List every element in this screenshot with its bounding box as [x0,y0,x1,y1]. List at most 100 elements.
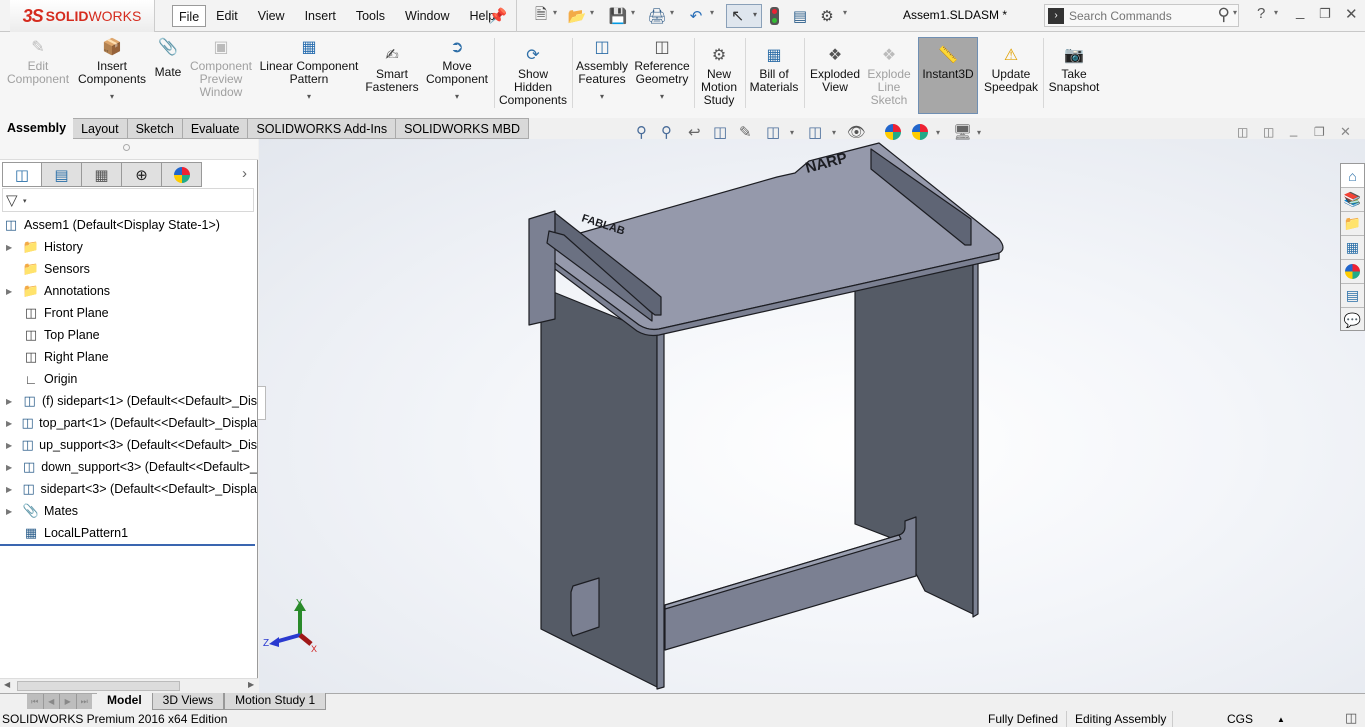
menu-file[interactable]: File [172,5,207,27]
chevron-down-icon[interactable]: ▾ [553,8,557,17]
tree-item[interactable]: ▶ 📁 Annotations [0,280,257,302]
previous-document-icon[interactable]: ◫ [1237,125,1248,139]
exploded-view-button[interactable]: ❖ Exploded View [808,44,862,94]
chevron-down-icon[interactable]: ▾ [670,8,674,17]
tree-item[interactable]: ◫ Right Plane [0,346,257,368]
tab-motion-study-1[interactable]: Motion Study 1 [224,693,327,710]
view-palette-icon[interactable]: ▦ [1341,236,1364,260]
expand-arrow-icon[interactable]: ▶ [6,507,16,516]
assembly-features-button[interactable]: ◫ Assembly Features ▾ [575,36,629,103]
reference-geometry-button[interactable]: ◫ Reference Geometry ▾ [633,36,691,103]
expand-arrow-icon[interactable]: ▶ [6,397,15,406]
restore-document-button[interactable]: ❐ [1314,125,1325,139]
section-view-icon[interactable]: ◫ [713,123,727,141]
horizontal-scrollbar[interactable]: ◀ ▶ [0,678,258,693]
custom-properties-icon[interactable]: ▤ [1341,284,1364,308]
first-tab-icon[interactable]: ⏮ [27,694,44,709]
zoom-to-fit-icon[interactable]: ⚲ [636,123,647,141]
configuration-manager-tab-icon[interactable]: ▦ [82,162,122,187]
chevron-down-icon[interactable]: ▾ [110,90,114,103]
tree-item[interactable]: ▶ ◫ down_support<3> (Default<<Default>_ [0,456,257,478]
chevron-down-icon[interactable]: ▾ [631,8,635,17]
chevron-down-icon[interactable]: ▾ [1233,8,1237,17]
scroll-left-arrow-icon[interactable]: ◀ [4,680,10,689]
next-tab-icon[interactable]: ▶ [60,694,77,709]
rollback-bar[interactable] [0,544,255,546]
solidworks-logo[interactable]: 3S SOLIDWORKS [10,0,155,32]
chevron-right-icon[interactable]: › [242,165,247,182]
restore-window-button[interactable]: ❐ [1319,6,1331,22]
tab-layout[interactable]: Layout [73,118,128,139]
file-properties-icon[interactable]: ▤ [790,6,810,26]
tab-solidworks-mbd[interactable]: SOLIDWORKS MBD [396,118,530,139]
expand-arrow-icon[interactable]: ▶ [6,463,15,472]
dynamic-annotation-views-icon[interactable]: ✎ [739,123,752,141]
tab-model[interactable]: Model [97,693,152,710]
undo-icon[interactable]: ↶ [686,6,706,26]
gear-icon[interactable]: ⚙ [817,6,837,26]
scrollbar-thumb[interactable] [17,681,180,691]
save-icon[interactable]: 💾 [608,6,628,26]
menu-insert[interactable]: Insert [295,5,346,27]
previous-view-icon[interactable]: ↩ [688,123,701,141]
tab-assembly[interactable]: Assembly [0,118,74,139]
expand-arrow-icon[interactable]: ▶ [6,243,16,252]
hide-show-items-icon[interactable]: 👁 [847,123,866,141]
new-document-icon[interactable]: 🗎 [531,6,551,26]
tab-3d-views[interactable]: 3D Views [151,693,225,710]
apply-scene-icon[interactable] [912,124,928,140]
print-icon[interactable]: 🖨 [647,6,667,26]
assembly-model[interactable]: NARP FABLAB Y Z X [259,139,1365,693]
tree-item[interactable]: ◫ Top Plane [0,324,257,346]
display-style-icon[interactable]: ◫ [808,123,822,141]
close-window-button[interactable]: ✕ [1345,5,1358,23]
tree-item[interactable]: 📁 Sensors [0,258,257,280]
take-snapshot-button[interactable]: 📷 Take Snapshot [1046,44,1102,94]
chevron-down-icon[interactable]: ▾ [600,90,604,103]
chevron-down-icon[interactable]: ▾ [455,90,459,103]
tree-item[interactable]: ▶ ◫ sidepart<3> (Default<<Default>_Displa [0,478,257,500]
tree-item[interactable]: ▶ 📎 Mates [0,500,257,522]
tab-sketch[interactable]: Sketch [127,118,183,139]
tree-item[interactable]: ▶ ◫ (f) sidepart<1> (Default<<Default>_Dis [0,390,257,412]
units-up-arrow-icon[interactable]: ▲ [1277,715,1285,724]
expand-arrow-icon[interactable]: ▶ [6,287,16,296]
close-document-button[interactable]: ✕ [1340,124,1351,140]
insert-components-button[interactable]: 📦 Insert Components ▾ [78,36,146,103]
chevron-down-icon[interactable]: ▾ [307,90,311,103]
edit-component-button[interactable]: ✎ Edit Component [7,36,69,86]
tab-solidworks-addins[interactable]: SOLIDWORKS Add-Ins [248,118,397,139]
tree-item[interactable]: ▶ ◫ up_support<3> (Default<<Default>_Dis [0,434,257,456]
chevron-down-icon[interactable]: ▾ [843,8,847,17]
forum-chat-icon[interactable]: 💬 [1341,308,1364,332]
chevron-down-icon[interactable]: ▾ [590,8,594,17]
chevron-down-icon[interactable]: ▾ [1274,8,1278,17]
panel-collapse-handle[interactable] [258,386,266,420]
explode-line-sketch-button[interactable]: ❖ Explode Line Sketch [864,44,914,107]
appearances-scenes-icon[interactable] [1341,260,1364,284]
select-button[interactable]: ↖ ▾ [726,4,762,28]
display-manager-tab-icon[interactable] [162,162,202,187]
move-component-button[interactable]: ➲ Move Component ▾ [424,36,490,103]
tree-item[interactable]: ◫ Front Plane [0,302,257,324]
previous-tab-icon[interactable]: ◀ [44,694,60,709]
search-input[interactable] [1069,7,1209,25]
chevron-down-icon[interactable]: ▾ [977,128,981,137]
expand-arrow-icon[interactable]: ▶ [6,419,14,428]
tree-item[interactable]: ▶ ◫ top_part<1> (Default<<Default>_Displa [0,412,257,434]
quick-tips-icon[interactable]: ◫ [1345,710,1357,726]
minimize-window-button[interactable]: _ [1296,3,1304,20]
edit-appearance-icon[interactable] [885,124,901,140]
linear-component-pattern-button[interactable]: ▦ Linear Component Pattern ▾ [259,36,359,103]
mate-button[interactable]: 📎 Mate [152,36,184,79]
next-document-icon[interactable]: ◫ [1263,125,1274,139]
status-units[interactable]: CGS [1227,712,1253,726]
property-manager-tab-icon[interactable]: ▤ [42,162,82,187]
chevron-down-icon[interactable]: ▾ [790,128,794,137]
search-icon[interactable]: ⚲ [1218,5,1230,25]
graphics-viewport[interactable]: NARP FABLAB Y Z X [259,139,1365,693]
menu-edit[interactable]: Edit [206,5,248,27]
chevron-down-icon[interactable]: ▾ [832,128,836,137]
chevron-down-icon[interactable]: ▾ [660,90,664,103]
pin-icon[interactable]: 📌 [488,6,508,26]
